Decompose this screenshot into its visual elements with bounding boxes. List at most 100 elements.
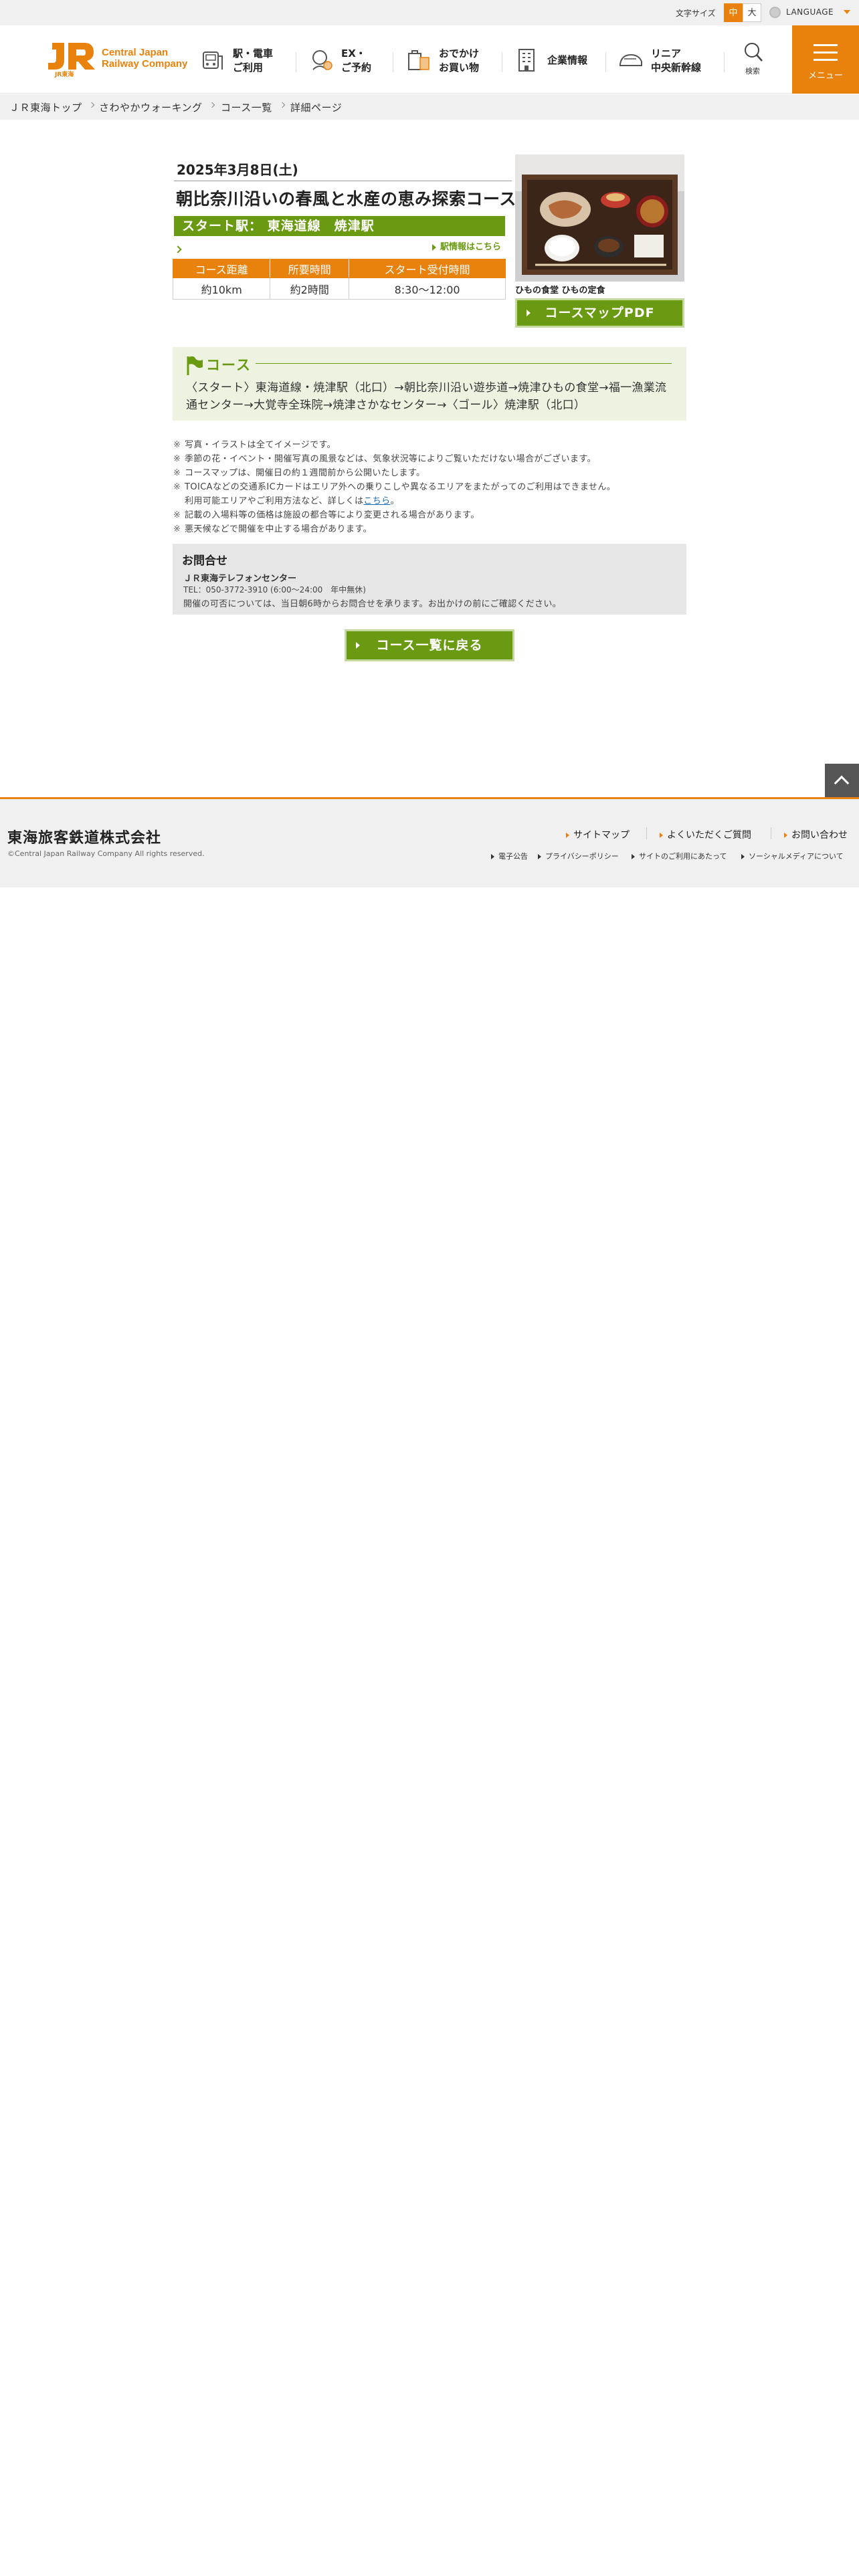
utility-bar: 文字サイズ 中 大 LANGUAGE xyxy=(0,0,859,25)
course-route-text: 〈スタート〉東海道線・焼津駅（北口）→朝比奈川沿い遊歩道→焼津ひもの食堂→福一漁… xyxy=(186,381,667,412)
note-mark: ※ xyxy=(173,440,181,450)
note-item-continued: 利用可能エリアやご利用方法など、詳しくはこちら。 xyxy=(173,494,688,508)
note-mark: ※ xyxy=(173,468,181,478)
back-to-course-list-button[interactable]: コース一覧に戻る xyxy=(345,629,514,661)
globe-icon xyxy=(769,7,781,18)
search-icon xyxy=(745,43,763,62)
contact-heading: お問合せ xyxy=(182,554,227,568)
event-date: 2025年3月8日(土) xyxy=(177,162,298,178)
footer-corp-name: 東海旅客鉄道株式会社 xyxy=(7,830,162,847)
footer-sublink-social-media[interactable]: ソーシャルメディアについて xyxy=(741,851,844,861)
course-label: コース xyxy=(206,357,252,373)
course-info-table: コース距離 所要時間 スタート受付時間 約10km 約2時間 8:30〜12:0… xyxy=(172,259,506,300)
note-item: ※ コースマップは、開催日の約１週間前から公開いたします。 xyxy=(173,466,688,480)
nav-label: 企業情報 xyxy=(547,54,588,66)
contact-tel: TEL：050-3772-3910 (6:00〜24:00 年中無休) xyxy=(183,585,366,595)
note-text: 写真・イラストは全てイメージです。 xyxy=(185,440,336,450)
nav-label: EX・ ご予約 xyxy=(341,47,372,74)
table-cell: 約2時間 xyxy=(270,278,350,300)
footer-sublink-public-notice[interactable]: 電子公告 xyxy=(491,851,528,861)
nav-linear-chuo-shinkansen[interactable]: リニア 中央新幹線 xyxy=(619,44,719,79)
table-header: スタート受付時間 xyxy=(349,259,506,278)
note-item: ※ 記載の入場料等の価格は施設の都合等により変更される場合があります。 xyxy=(173,508,688,522)
chevron-right-icon xyxy=(209,102,215,108)
course-route-box: コース 〈スタート〉東海道線・焼津駅（北口）→朝比奈川沿い遊歩道→焼津ひもの食堂… xyxy=(173,347,686,421)
table-cell: 8:30〜12:00 xyxy=(349,278,506,300)
menu-button[interactable]: メニュー xyxy=(792,25,859,94)
arrow-right-icon xyxy=(491,854,494,859)
site-header: Central Japan Railway Company JR東海 駅・電車 … xyxy=(0,25,859,94)
hamburger-icon xyxy=(814,44,838,62)
reservation-icon xyxy=(312,50,332,70)
search-button[interactable]: 検索 xyxy=(736,39,769,79)
search-label: 検索 xyxy=(745,67,760,76)
chevron-up-icon xyxy=(834,775,850,791)
breadcrumb-course-list[interactable]: コース一覧 xyxy=(221,100,272,114)
arrow-right-icon xyxy=(356,642,360,649)
back-button-label: コース一覧に戻る xyxy=(376,638,483,653)
breadcrumb: ＪＲ東海トップ さわやかウォーキング コース一覧 詳細ページ xyxy=(0,94,859,120)
note-text: 悪天候などで開催を中止する場合があります。 xyxy=(185,524,372,534)
nav-outing-shopping[interactable]: おでかけ お買い物 xyxy=(407,44,500,79)
arrow-right-icon xyxy=(527,310,531,316)
footer-sublink-site-usage[interactable]: サイトのご利用にあたって xyxy=(632,851,727,861)
page-top-button[interactable] xyxy=(825,764,859,797)
note-text: コースマップは、開催日の約１週間前から公開いたします。 xyxy=(185,468,425,478)
note-text: TOICAなどの交通系ICカードはエリア外への乗りこしや異なるエリアをまたがって… xyxy=(185,482,616,492)
note-mark: ※ xyxy=(173,482,181,492)
nav-divider xyxy=(605,52,606,72)
toica-info-link[interactable]: こちら xyxy=(363,496,390,506)
note-item: ※ 写真・イラストは全てイメージです。 xyxy=(173,438,688,452)
notes-list: ※ 写真・イラストは全てイメージです。 ※ 季節の花・イベント・開催写真の風景などは… xyxy=(173,438,688,536)
station-info-link[interactable]: 駅情報はこちら xyxy=(432,239,501,252)
copyright: ©Central Japan Railway Company All right… xyxy=(7,849,205,858)
footer-link-label: よくいただくご質問 xyxy=(667,830,751,841)
note-text: 利用可能エリアやご利用方法など、詳しくは xyxy=(185,496,364,506)
breadcrumb-walking[interactable]: さわやかウォーキング xyxy=(99,100,203,114)
nav-divider xyxy=(724,52,725,72)
footer-link-contact[interactable]: お問い合わせ xyxy=(784,828,848,841)
footer-sublink-label: ソーシャルメディアについて xyxy=(749,852,844,861)
font-size-label: 文字サイズ xyxy=(676,9,716,18)
contact-message: 開催の可否については、当日朝6時からお問合せを承ります。お出かけの前にご確認くだ… xyxy=(183,599,561,609)
building-icon xyxy=(518,49,535,72)
event-title: 朝比奈川沿いの春風と水産の恵み探索コース xyxy=(176,189,516,209)
station-info-link-label: 駅情報はこちら xyxy=(440,242,502,252)
nav-station-train[interactable]: 駅・電車 ご利用 xyxy=(201,44,294,79)
course-map-pdf-button[interactable]: コースマップPDF xyxy=(515,298,684,328)
note-text: 記載の入場料等の価格は施設の都合等により変更される場合があります。 xyxy=(185,510,480,520)
footer-sublink-privacy[interactable]: プライバシーポリシー xyxy=(538,851,619,861)
nav-corporate-info[interactable]: 企業情報 xyxy=(515,44,602,79)
footer-link-faq[interactable]: よくいただくご質問 xyxy=(660,828,751,841)
arrow-right-icon xyxy=(432,243,436,251)
font-size-medium-button[interactable]: 中 xyxy=(724,3,743,22)
note-mark: ※ xyxy=(173,454,181,464)
arrow-right-icon xyxy=(632,854,635,859)
footer-link-sitemap[interactable]: サイトマップ xyxy=(566,828,630,841)
note-item: ※ 悪天候などで開催を中止する場合があります。 xyxy=(173,522,688,536)
footer-link-label: お問い合わせ xyxy=(791,830,848,841)
contact-box: お問合せ ＪＲ東海テレフォンセンター TEL：050-3772-3910 (6:… xyxy=(173,544,686,615)
footer-sublink-label: 電子公告 xyxy=(498,852,528,861)
font-size-large-button[interactable]: 大 xyxy=(743,3,761,22)
arrow-right-icon xyxy=(660,833,663,838)
footer-sublink-label: プライバシーポリシー xyxy=(545,852,619,861)
nav-ex-reservation[interactable]: EX・ ご予約 xyxy=(309,44,393,79)
course-map-pdf-label: コースマップPDF xyxy=(545,306,655,320)
chevron-right-icon xyxy=(174,245,182,253)
flag-icon xyxy=(187,356,203,375)
photo-caption: ひもの食堂 ひもの定食 xyxy=(515,286,605,296)
course-photo xyxy=(515,154,684,282)
table-cell: 約10km xyxy=(172,278,271,300)
caret-down-icon[interactable] xyxy=(844,10,850,14)
breadcrumb-jr-top[interactable]: ＪＲ東海トップ xyxy=(9,100,82,114)
divider xyxy=(646,827,647,839)
nav-label: 駅・電車 ご利用 xyxy=(233,47,274,74)
site-footer: 東海旅客鉄道株式会社 ©Central Japan Railway Compan… xyxy=(0,797,859,887)
table-header: コース距離 xyxy=(172,259,271,278)
chevron-right-icon xyxy=(88,102,95,108)
nav-label: おでかけ お買い物 xyxy=(439,47,480,74)
train-station-icon xyxy=(203,51,223,70)
footer-link-label: サイトマップ xyxy=(573,830,630,841)
language-selector[interactable]: LANGUAGE xyxy=(786,7,834,17)
